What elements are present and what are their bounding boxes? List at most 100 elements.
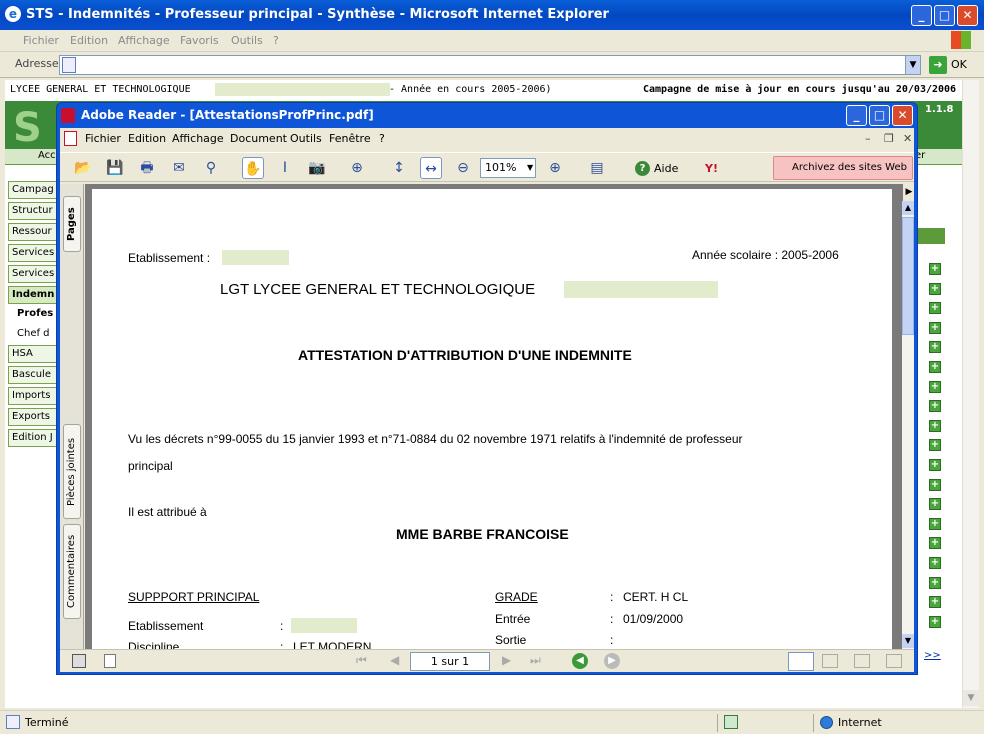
- last-page-icon[interactable]: ⏭: [530, 653, 541, 668]
- page-number-input[interactable]: 1 sur 1: [410, 652, 490, 671]
- menu-affichage[interactable]: Affichage: [118, 34, 170, 47]
- continuous-icon[interactable]: [822, 654, 838, 668]
- page-size-icon[interactable]: [72, 654, 86, 668]
- continuous-facing-icon[interactable]: [886, 654, 902, 668]
- select-text-icon[interactable]: I: [274, 157, 296, 179]
- nav-bascule[interactable]: Bascule: [8, 366, 60, 384]
- adobe-reader-window[interactable]: Adobe Reader - [AttestationsProfPrinc.pd…: [56, 102, 918, 675]
- menu-favoris[interactable]: Favoris: [180, 34, 219, 47]
- expand-row-icon[interactable]: +: [929, 361, 941, 373]
- menu-fichier[interactable]: Fichier: [23, 34, 59, 47]
- email-icon[interactable]: ✉: [168, 157, 190, 179]
- tab-comments[interactable]: Commentaires: [63, 524, 81, 619]
- nav-professeur[interactable]: Profes: [17, 308, 53, 319]
- doc-close-icon[interactable]: ✕: [903, 132, 912, 145]
- nav-structure[interactable]: Structur: [8, 202, 60, 220]
- doc-options-icon[interactable]: [104, 654, 116, 668]
- doc-scroll-down-button[interactable]: ▼: [902, 634, 914, 648]
- tab-pages[interactable]: Pages: [63, 196, 81, 252]
- expand-row-icon[interactable]: +: [929, 576, 941, 589]
- reader-maximize-button[interactable]: □: [869, 105, 890, 126]
- zoom-in-tool-icon[interactable]: ⊕: [346, 157, 368, 179]
- snapshot-icon[interactable]: 📷: [306, 157, 328, 179]
- yahoo-icon[interactable]: Y!: [705, 162, 718, 175]
- expand-row-icon[interactable]: +: [929, 537, 941, 550]
- close-button[interactable]: ✕: [957, 5, 978, 26]
- doc-scroll-thumb[interactable]: [902, 217, 914, 335]
- first-page-icon[interactable]: ⏮: [356, 653, 367, 668]
- single-page-icon[interactable]: [788, 652, 814, 671]
- nav-edition[interactable]: Edition J: [8, 429, 60, 447]
- address-input[interactable]: [59, 55, 921, 75]
- expand-row-icon[interactable]: +: [929, 459, 941, 471]
- expand-row-icon[interactable]: +: [929, 498, 941, 511]
- archive-web-button[interactable]: Archivez des sites Web: [773, 156, 913, 180]
- zoom-out-icon[interactable]: ⊖: [452, 157, 474, 179]
- nav-chef[interactable]: Chef d: [17, 328, 50, 339]
- pages-menu-icon[interactable]: ▤: [586, 157, 608, 179]
- more-link[interactable]: >>: [924, 650, 941, 661]
- zoom-dropdown-icon[interactable]: ▼: [527, 159, 533, 177]
- nav-services-2[interactable]: Services: [8, 265, 60, 283]
- reader-menu-help[interactable]: ?: [379, 132, 385, 145]
- reader-menu-affichage[interactable]: Affichage: [172, 132, 224, 145]
- expand-row-icon[interactable]: +: [929, 557, 941, 569]
- nav-hsa[interactable]: HSA: [8, 345, 60, 363]
- reader-close-button[interactable]: ✕: [892, 105, 913, 126]
- reader-menu-edition[interactable]: Edition: [128, 132, 166, 145]
- address-dropdown-button[interactable]: ▼: [905, 55, 921, 75]
- open-folder-icon[interactable]: 📂: [72, 157, 94, 179]
- scroll-down-button[interactable]: ▼: [963, 690, 979, 706]
- tab-accueil[interactable]: Acc: [38, 150, 56, 161]
- document-viewport[interactable]: Etablissement : Année scolaire : 2005-20…: [85, 184, 903, 649]
- reader-minimize-button[interactable]: _: [846, 105, 867, 126]
- zoom-input[interactable]: 101% ▼: [480, 158, 536, 178]
- expand-row-icon[interactable]: +: [929, 263, 941, 275]
- expand-row-icon[interactable]: +: [929, 596, 941, 609]
- go-button[interactable]: OK: [951, 58, 967, 71]
- back-view-icon[interactable]: ◀: [572, 653, 588, 669]
- minimize-button[interactable]: _: [911, 5, 932, 26]
- forward-view-icon[interactable]: ▶: [604, 653, 620, 669]
- page-scrollbar[interactable]: ▼: [962, 80, 979, 708]
- fit-height-icon[interactable]: ↕: [388, 157, 410, 179]
- document-scrollbar[interactable]: ▲ ▼: [902, 201, 914, 649]
- zoom-in-icon[interactable]: ⊕: [544, 157, 566, 179]
- help-button[interactable]: Aide: [654, 162, 678, 175]
- expand-row-icon[interactable]: +: [929, 321, 941, 334]
- nav-imports[interactable]: Imports: [8, 387, 60, 405]
- menu-help[interactable]: ?: [273, 34, 279, 47]
- expand-row-icon[interactable]: +: [929, 400, 941, 413]
- ie-title-bar[interactable]: e STS - Indemnités - Professeur principa…: [0, 0, 984, 30]
- nav-exports[interactable]: Exports: [8, 408, 60, 426]
- reader-menu-fenetre[interactable]: Fenêtre: [329, 132, 371, 145]
- reader-menu-outils[interactable]: Outils: [290, 132, 322, 145]
- search-binoculars-icon[interactable]: ⚲: [200, 157, 222, 179]
- next-page-icon[interactable]: ▶: [502, 653, 511, 667]
- facing-icon[interactable]: [854, 654, 870, 668]
- doc-restore-icon[interactable]: ❐: [884, 132, 894, 145]
- expand-row-icon[interactable]: +: [929, 282, 941, 295]
- print-icon[interactable]: 🖶: [136, 157, 158, 179]
- tab-attachments[interactable]: Pièces jointes: [63, 424, 81, 519]
- doc-scroll-up-button[interactable]: ▲: [902, 201, 914, 215]
- expand-row-icon[interactable]: +: [929, 380, 941, 393]
- expand-row-icon[interactable]: +: [929, 341, 941, 354]
- nav-ressources[interactable]: Ressour: [8, 223, 60, 241]
- reader-menu-fichier[interactable]: Fichier: [85, 132, 121, 145]
- reader-menu-document[interactable]: Document: [230, 132, 287, 145]
- nav-services-1[interactable]: Services: [8, 244, 60, 262]
- expand-row-icon[interactable]: +: [929, 419, 941, 432]
- reader-title-bar[interactable]: Adobe Reader - [AttestationsProfPrinc.pd…: [57, 103, 917, 128]
- go-arrow-icon[interactable]: ➜: [929, 56, 947, 74]
- save-icon[interactable]: 💾: [104, 157, 126, 179]
- prev-page-icon[interactable]: ◀: [390, 653, 399, 667]
- nav-campagne[interactable]: Campag: [8, 181, 60, 199]
- menu-outils[interactable]: Outils: [231, 34, 263, 47]
- expand-row-icon[interactable]: +: [929, 517, 941, 530]
- doc-minimize-icon[interactable]: –: [865, 132, 871, 145]
- nav-indemnites[interactable]: Indemn: [8, 286, 60, 304]
- menu-edition[interactable]: Edition: [70, 34, 108, 47]
- expand-row-icon[interactable]: +: [929, 478, 941, 491]
- doc-panel-arrow-icon[interactable]: ▶: [903, 185, 915, 199]
